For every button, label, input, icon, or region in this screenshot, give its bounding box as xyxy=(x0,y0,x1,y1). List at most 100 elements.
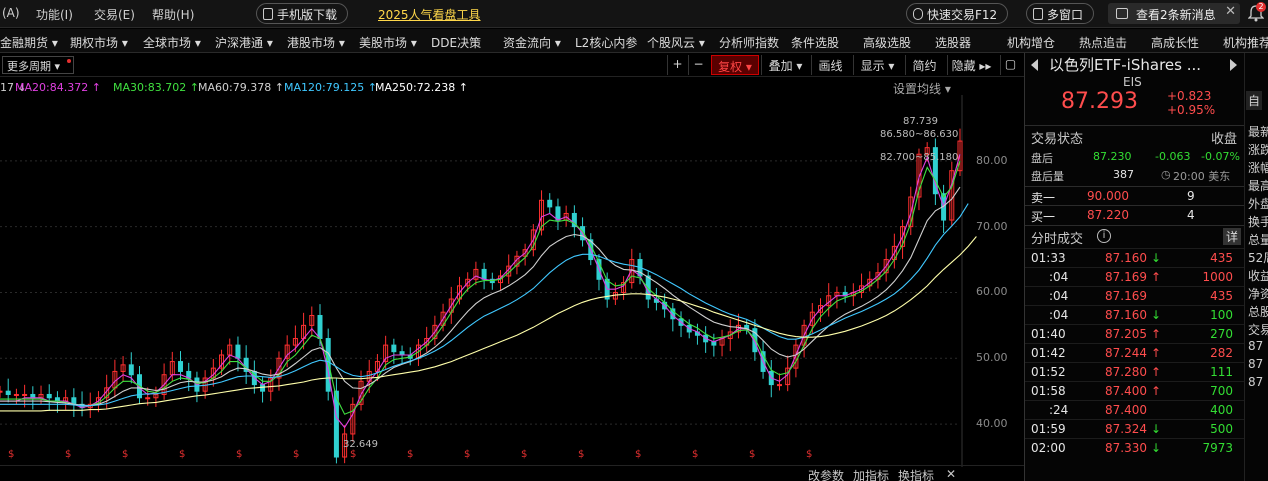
side-button[interactable]: 自 xyxy=(1246,91,1263,110)
after-hours-row: 盘后 87.230 -0.063 -0.07% xyxy=(1025,148,1245,166)
tick-volume: 282 xyxy=(1210,346,1233,360)
dividend-marker-3[interactable]: $ xyxy=(179,449,185,460)
tick-time: 02:00 xyxy=(1031,441,1066,455)
dividend-marker-10[interactable]: $ xyxy=(578,449,584,460)
dividend-marker-14[interactable]: $ xyxy=(806,449,812,460)
security-code: EIS xyxy=(1123,75,1142,89)
nav-item-10[interactable]: 分析师指数 xyxy=(719,34,779,51)
dividend-marker-0[interactable]: $ xyxy=(8,449,14,460)
kline-chart[interactable]: $ $ $ $ $ $ $ $ $ $ $ $ $ $ $ 80.00 70.00 60.00 50.00 40.0… xyxy=(0,95,1022,467)
period-select[interactable]: 更多周期 ▾ xyxy=(2,56,74,74)
tick-row: :04 87.160 ↓ 100 xyxy=(1025,305,1245,324)
candle-body-2 xyxy=(13,393,19,396)
nav-item-6[interactable]: DDE决策 xyxy=(431,34,481,51)
menu-item-2[interactable]: 交易(E) xyxy=(94,6,135,23)
y-tick-3: 50.00 xyxy=(976,351,1008,365)
next-arrow-icon[interactable] xyxy=(1230,59,1237,71)
after-volume: 387 xyxy=(1113,168,1134,181)
edit-params-button[interactable]: 改参数 xyxy=(808,467,844,481)
menu-item-1[interactable]: 功能(I) xyxy=(36,6,73,23)
trade-status-label: 交易状态 xyxy=(1031,132,1084,147)
nav-item-13[interactable]: 选股器 xyxy=(935,34,971,51)
close-icon[interactable]: ✕ xyxy=(1225,4,1236,19)
promo-link[interactable]: 2025人气看盘工具 xyxy=(378,6,481,23)
dividend-marker-8[interactable]: $ xyxy=(464,449,470,460)
dividend-marker-6[interactable]: $ xyxy=(350,449,356,460)
side-label-7: 52周 xyxy=(1248,251,1268,265)
dividend-marker-9[interactable]: $ xyxy=(521,449,527,460)
toolbar-button-6[interactable]: 简约 xyxy=(905,55,943,75)
candle-body-18 xyxy=(145,397,151,400)
info-icon[interactable]: i xyxy=(1097,229,1111,243)
menu-item-0[interactable]: (A) xyxy=(2,6,20,20)
side-label-6: 总量 xyxy=(1248,233,1268,247)
nav-item-14[interactable]: 机构增仓 xyxy=(1007,34,1055,51)
nav-item-0[interactable]: 金融期货 ▾ xyxy=(0,34,58,51)
ma-line-1 xyxy=(0,160,961,415)
dividend-marker-5[interactable]: $ xyxy=(293,449,299,460)
tick-row: :24 87.400 400 xyxy=(1025,400,1245,419)
notification-bell-icon[interactable]: 2 xyxy=(1247,2,1266,22)
nav-item-16[interactable]: 高成长性 xyxy=(1151,34,1199,51)
nav-item-3[interactable]: 沪深港通 ▾ xyxy=(215,34,273,51)
dividend-marker-11[interactable]: $ xyxy=(635,449,641,460)
toolbar-button-3[interactable]: 叠加 ▾ xyxy=(761,55,809,75)
dividend-marker-1[interactable]: $ xyxy=(65,449,71,460)
trade-status-header: 交易状态 收盘 xyxy=(1025,125,1245,147)
message-icon xyxy=(1116,8,1128,19)
toolbar-button-0[interactable]: + xyxy=(667,55,687,75)
dividend-marker-2[interactable]: $ xyxy=(122,449,128,460)
nav-item-15[interactable]: 热点追击 xyxy=(1079,34,1127,51)
side-label-14: 87 xyxy=(1248,375,1264,389)
dividend-marker-4[interactable]: $ xyxy=(236,449,242,460)
toolbar-button-8[interactable]: ▢ xyxy=(1000,55,1020,75)
tick-row: 01:33 87.160 ↓ 435 xyxy=(1025,248,1245,267)
nav-item-7[interactable]: 资金流向 ▾ xyxy=(503,34,561,51)
security-title: 以色列ETF-iShares ... xyxy=(1049,56,1202,74)
tick-price: 87.400 xyxy=(1105,384,1147,398)
add-indicator-button[interactable]: 加指标 xyxy=(853,467,889,481)
sell1-vol: 9 xyxy=(1187,189,1195,203)
indicator-bar: 改参数 加指标 换指标 ✕ xyxy=(0,465,1024,481)
dividend-marker-12[interactable]: $ xyxy=(692,449,698,460)
tick-row: 01:52 87.280 ↑ 111 xyxy=(1025,362,1245,381)
after-hours-pct: -0.07% xyxy=(1201,150,1240,163)
nav-item-17[interactable]: 机构推荐 xyxy=(1223,34,1268,51)
menu-item-3[interactable]: 帮助(H) xyxy=(152,6,194,23)
side-label-1: 涨跌 xyxy=(1248,143,1268,157)
tick-time: :04 xyxy=(1049,308,1069,322)
toolbar-button-4[interactable]: 画线 xyxy=(811,55,849,75)
nav-item-12[interactable]: 高级选股 xyxy=(863,34,911,51)
ticks-detail-button[interactable]: 详 xyxy=(1222,228,1241,245)
toolbar-button-1[interactable]: − xyxy=(688,55,708,75)
dividend-marker-7[interactable]: $ xyxy=(407,449,413,460)
buy1-row: 买一 87.220 4 xyxy=(1025,205,1245,224)
side-label-13: 87 xyxy=(1248,357,1264,371)
messages-button[interactable]: 查看2条新消息 ✕ xyxy=(1108,3,1240,24)
tick-direction-icon: ↑ xyxy=(1151,384,1162,398)
tick-direction-icon: ↑ xyxy=(1151,346,1162,360)
multi-window-button[interactable]: 多窗口 xyxy=(1026,3,1095,24)
close-indicator-icon[interactable]: ✕ xyxy=(946,467,956,481)
toolbar-button-2[interactable]: 复权 ▾ xyxy=(711,55,759,75)
nav-item-11[interactable]: 条件选股 xyxy=(791,34,839,51)
nav-item-1[interactable]: 期权市场 ▾ xyxy=(70,34,128,51)
toolbar-button-5[interactable]: 显示 ▾ xyxy=(853,55,901,75)
nav-item-5[interactable]: 美股市场 ▾ xyxy=(359,34,417,51)
mobile-download-button[interactable]: 手机版下载 xyxy=(256,3,349,24)
tick-row: 02:00 87.330 ↓ 7973 xyxy=(1025,438,1245,457)
nav-item-2[interactable]: 全球市场 ▾ xyxy=(143,34,201,51)
quick-trade-button[interactable]: 快速交易F12 xyxy=(906,3,1009,24)
toolbar-button-7[interactable]: 隐藏 ▸▸ xyxy=(947,55,995,75)
buy1-vol: 4 xyxy=(1187,208,1195,222)
tick-price: 87.169 xyxy=(1105,270,1147,284)
nav-item-8[interactable]: L2核心内参 xyxy=(575,34,637,51)
dividend-marker-13[interactable]: $ xyxy=(749,449,755,460)
sell1-price: 90.000 xyxy=(1087,189,1129,203)
candle-body-95 xyxy=(776,384,782,387)
nav-item-9[interactable]: 个股风云 ▾ xyxy=(647,34,705,51)
nav-item-4[interactable]: 港股市场 ▾ xyxy=(287,34,345,51)
tick-direction-icon: ↓ xyxy=(1151,422,1162,436)
switch-indicator-button[interactable]: 换指标 xyxy=(898,467,934,481)
prev-arrow-icon[interactable] xyxy=(1031,59,1038,71)
